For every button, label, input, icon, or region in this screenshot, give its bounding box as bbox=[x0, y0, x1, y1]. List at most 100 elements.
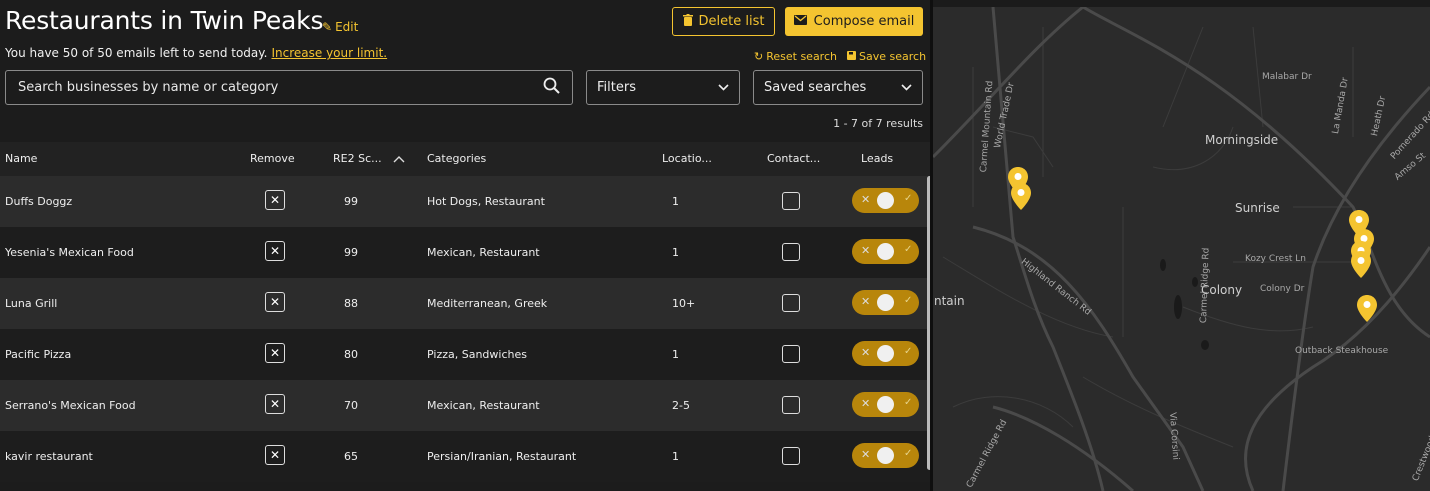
search-icon[interactable] bbox=[543, 77, 560, 98]
remove-button[interactable]: ✕ bbox=[265, 292, 285, 312]
save-search-link[interactable]: Save search bbox=[847, 50, 926, 63]
leads-toggle[interactable]: ✕ ✓ bbox=[852, 239, 919, 264]
business-name[interactable]: Serrano's Mexican Food bbox=[5, 380, 136, 431]
column-header-locations[interactable]: Locatio... bbox=[662, 142, 712, 176]
compose-email-label: Compose email bbox=[813, 14, 915, 29]
email-quota: You have 50 of 50 emails left to send to… bbox=[5, 46, 387, 60]
score-value: 70 bbox=[344, 399, 358, 412]
contacted-checkbox[interactable] bbox=[782, 396, 800, 414]
table-row[interactable]: Serrano's Mexican Food ✕ 70 Mexican, Restau… bbox=[0, 380, 930, 431]
edit-title-link[interactable]: ✎ Edit bbox=[322, 20, 358, 34]
close-icon: ✕ bbox=[269, 295, 281, 309]
contacted-checkbox[interactable] bbox=[782, 192, 800, 210]
table-row[interactable]: Pacific Pizza ✕ 80 Pizza, Sandwiches 1 ✕ ✓ bbox=[0, 329, 930, 380]
reset-search-label: Reset search bbox=[766, 50, 837, 63]
column-header-contacted[interactable]: Contact... bbox=[767, 142, 820, 176]
business-name[interactable]: Luna Grill bbox=[5, 278, 57, 329]
map-label-colony-dr: Colony Dr bbox=[1260, 284, 1305, 294]
column-header-categories[interactable]: Categories bbox=[427, 142, 486, 176]
contacted-checkbox[interactable] bbox=[782, 243, 800, 261]
compose-email-button[interactable]: Compose email bbox=[785, 7, 923, 36]
map-label-kozy: Kozy Crest Ln bbox=[1245, 254, 1306, 264]
filters-label: Filters bbox=[597, 80, 636, 95]
close-icon: ✕ bbox=[269, 397, 281, 411]
toggle-knob bbox=[877, 396, 894, 413]
remove-button[interactable]: ✕ bbox=[265, 445, 285, 465]
map-marker-pin-icon[interactable] bbox=[1011, 183, 1031, 214]
close-icon: ✕ bbox=[269, 448, 281, 462]
filters-dropdown[interactable]: Filters bbox=[586, 70, 740, 105]
table-row[interactable]: Yesenia's Mexican Food ✕ 99 Mexican, Restau… bbox=[0, 227, 930, 278]
contacted-checkbox[interactable] bbox=[782, 294, 800, 312]
categories-value: Persian/Iranian, Restaurant bbox=[427, 450, 577, 463]
close-icon: ✕ bbox=[269, 193, 281, 207]
remove-button[interactable]: ✕ bbox=[265, 241, 285, 261]
map-label-sunrise: Sunrise bbox=[1235, 201, 1280, 215]
categories-value: Mexican, Restaurant bbox=[427, 246, 540, 259]
saved-searches-label: Saved searches bbox=[764, 80, 867, 95]
table-row[interactable]: kavir restaurant ✕ 65 Persian/Iranian, Rest… bbox=[0, 431, 930, 482]
map-marker-pin-icon[interactable] bbox=[1357, 295, 1377, 326]
business-name[interactable]: Pacific Pizza bbox=[5, 329, 71, 380]
score-value: 99 bbox=[344, 246, 358, 259]
map-label-malabar: Malabar Dr bbox=[1262, 72, 1312, 82]
delete-list-label: Delete list bbox=[698, 14, 765, 29]
table-row[interactable]: Duffs Doggz ✕ 99 Hot Dogs, Restaurant 1 ✕ ✓ bbox=[0, 176, 930, 227]
leads-toggle[interactable]: ✕ ✓ bbox=[852, 341, 919, 366]
categories-value: Mexican, Restaurant bbox=[427, 399, 540, 412]
toggle-knob bbox=[877, 447, 894, 464]
score-value: 99 bbox=[344, 195, 358, 208]
toggle-on-icon: ✓ bbox=[904, 193, 913, 204]
leads-toggle[interactable]: ✕ ✓ bbox=[852, 443, 919, 468]
toggle-knob bbox=[877, 243, 894, 260]
leads-toggle[interactable]: ✕ ✓ bbox=[852, 188, 919, 213]
delete-list-button[interactable]: Delete list bbox=[672, 7, 775, 36]
close-icon: ✕ bbox=[269, 244, 281, 258]
locations-value: 1 bbox=[672, 246, 679, 259]
pencil-icon: ✎ bbox=[322, 20, 333, 34]
trash-icon bbox=[682, 13, 693, 30]
locations-value: 1 bbox=[672, 195, 679, 208]
column-header-score[interactable]: RE2 Sc... bbox=[333, 142, 382, 176]
column-header-leads[interactable]: Leads bbox=[861, 142, 893, 176]
categories-value: Mediterranean, Greek bbox=[427, 297, 548, 310]
email-quota-text: You have 50 of 50 emails left to send to… bbox=[5, 46, 268, 60]
score-value: 80 bbox=[344, 348, 358, 361]
leads-toggle[interactable]: ✕ ✓ bbox=[852, 290, 919, 315]
business-name[interactable]: kavir restaurant bbox=[5, 431, 93, 482]
saved-searches-dropdown[interactable]: Saved searches bbox=[753, 70, 923, 105]
locations-value: 1 bbox=[672, 450, 679, 463]
locations-value: 2-5 bbox=[672, 399, 690, 412]
column-header-name[interactable]: Name bbox=[5, 142, 37, 176]
toggle-knob bbox=[877, 294, 894, 311]
toggle-off-icon: ✕ bbox=[861, 346, 871, 359]
table-header: Name Remove RE2 Sc... Categories Locatio… bbox=[0, 142, 930, 176]
close-icon: ✕ bbox=[269, 346, 281, 360]
table-row[interactable]: Luna Grill ✕ 88 Mediterranean, Greek 10+ ✕ ✓ bbox=[0, 278, 930, 329]
map-marker-pin-icon[interactable] bbox=[1351, 251, 1371, 282]
increase-limit-link[interactable]: Increase your limit. bbox=[271, 46, 387, 60]
toggle-on-icon: ✓ bbox=[904, 346, 913, 357]
edit-label: Edit bbox=[335, 20, 359, 34]
toggle-off-icon: ✕ bbox=[861, 448, 871, 461]
reset-search-link[interactable]: ↻ Reset search bbox=[754, 50, 837, 63]
sort-ascending-icon[interactable] bbox=[393, 142, 405, 176]
remove-button[interactable]: ✕ bbox=[265, 190, 285, 210]
toggle-knob bbox=[877, 345, 894, 362]
score-value: 65 bbox=[344, 450, 358, 463]
search-input[interactable] bbox=[18, 80, 543, 95]
map-label-ntain: ntain bbox=[934, 294, 965, 308]
map[interactable]: Morningside Sunrise Colony ntain Outback… bbox=[933, 7, 1430, 491]
contacted-checkbox[interactable] bbox=[782, 447, 800, 465]
left-panel: Restaurants in Twin Peaks ✎ Edit You hav… bbox=[0, 0, 932, 491]
remove-button[interactable]: ✕ bbox=[265, 394, 285, 414]
locations-value: 10+ bbox=[672, 297, 696, 310]
business-name[interactable]: Yesenia's Mexican Food bbox=[5, 227, 134, 278]
remove-button[interactable]: ✕ bbox=[265, 343, 285, 363]
envelope-icon bbox=[793, 14, 807, 29]
contacted-checkbox[interactable] bbox=[782, 345, 800, 363]
toggle-off-icon: ✕ bbox=[861, 193, 871, 206]
leads-toggle[interactable]: ✕ ✓ bbox=[852, 392, 919, 417]
business-name[interactable]: Duffs Doggz bbox=[5, 176, 72, 227]
floppy-disk-icon bbox=[847, 50, 856, 63]
